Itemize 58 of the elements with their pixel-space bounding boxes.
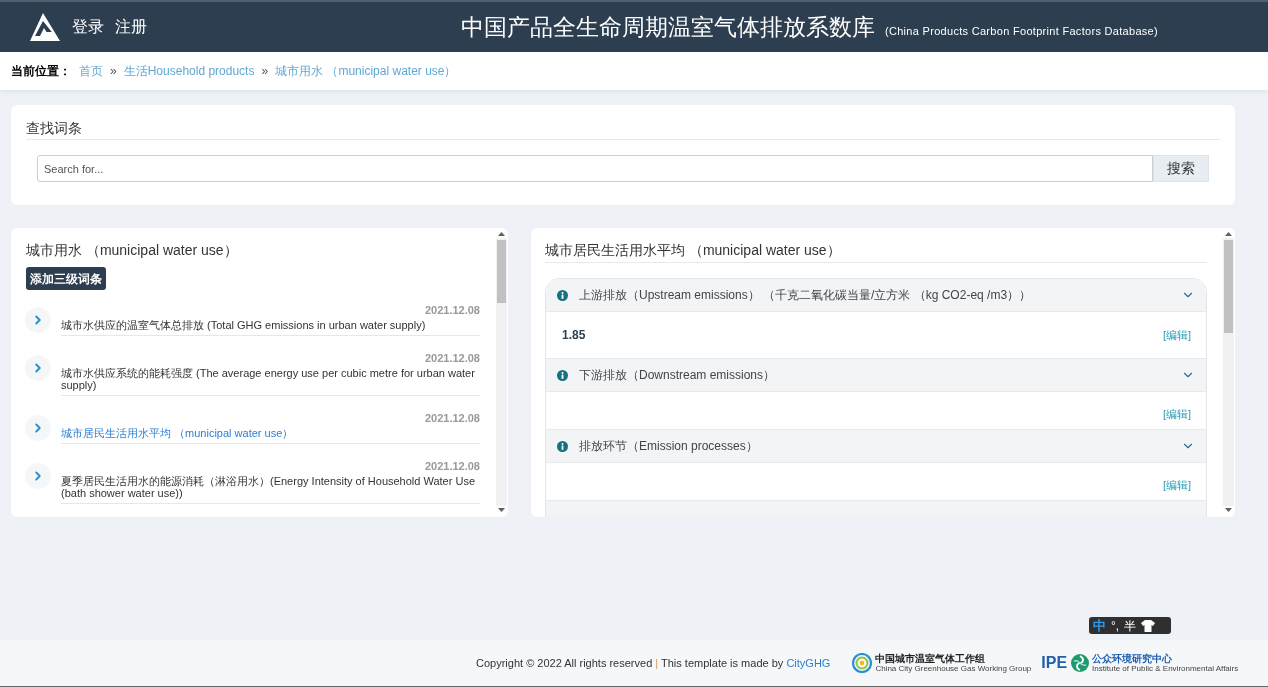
chevron-right-icon[interactable] (25, 415, 51, 441)
auth-link[interactable]: 登录 (72, 17, 104, 37)
logo-name-text: 公众环境研究中心 (1092, 653, 1174, 664)
section-heading: 下游排放（Downstream emissions） (579, 367, 777, 384)
accordion-header[interactable]: 下游排放（Downstream emissions） (546, 359, 1206, 392)
entry-date: 2021.12.08 (424, 411, 480, 425)
chevron-right-icon[interactable] (25, 355, 51, 381)
circle-emblem-icon (852, 653, 873, 673)
info-icon (557, 289, 568, 301)
panel-title: 城市居民生活用水平均 （municipal water use） (545, 241, 841, 260)
triangle-logo-icon[interactable] (30, 13, 60, 41)
breadcrumb-label: 当前位置： (11, 63, 71, 80)
ime-mode[interactable]: 中 (1093, 618, 1106, 633)
scrollbar-track[interactable] (1223, 238, 1234, 506)
entry-date: 2021.12.08 (424, 303, 480, 317)
copyright-text: Copyright © 2022 All rights reserved | This template is made by CityGHG (476, 655, 831, 671)
scrollbar-thumb[interactable] (1224, 240, 1233, 333)
scroll-up-arrow-icon[interactable] (1225, 232, 1232, 236)
site-title: 中国产品全生命周期温室气体排放系数库 (461, 13, 875, 42)
ime-punctuation[interactable]: °, (1111, 618, 1120, 633)
breadcrumb-separator: » (261, 63, 269, 80)
panel-title: 城市用水 （municipal water use） (26, 241, 238, 260)
auth-link[interactable]: 注册 (115, 17, 147, 37)
shirt-icon[interactable] (1141, 619, 1156, 632)
logo-acronym: IPE (1041, 654, 1068, 672)
search-title: 查找词条 (26, 119, 82, 138)
chevron-right-icon[interactable] (25, 463, 51, 489)
add-entry-button[interactable]: 添加三级词条 (26, 267, 106, 290)
entry-link[interactable]: 夏季居民生活用水的能源消耗（淋浴用水）(Energy Intensity of Household Water Use (bath shower water use)) (61, 475, 480, 499)
site-subtitle: (China Products Carbon Footprint Factors Database) (885, 24, 1158, 39)
entry-link[interactable]: 城市水供应的温室气体总排放 (Total GHG emissions in urban water supply) (61, 319, 480, 331)
chevron-right-icon[interactable] (25, 307, 51, 333)
logo-subtitle-text: Institute of Public & Environmental Affairs (1092, 664, 1239, 673)
entry-date: 2021.12.08 (424, 459, 480, 473)
entry-date: 2021.12.08 (424, 351, 480, 365)
cityghg-link[interactable]: CityGHG (786, 656, 831, 669)
accordion-header[interactable]: 排放环节（Emission processes） (546, 430, 1206, 463)
section-heading: 上游排放（Upstream emissions） （千克二氧化碳当量/立方米 （kg CO2-eq /m3）） (579, 287, 1033, 304)
scroll-up-arrow-icon[interactable] (498, 232, 505, 236)
search-button[interactable]: 搜索 (1153, 155, 1209, 182)
value-text: 1.85 (562, 327, 586, 344)
scroll-down-arrow-icon[interactable] (1225, 508, 1232, 512)
logo-subtitle-text: China City Greenhouse Gas Working Group (875, 664, 1032, 673)
scrollbar-thumb[interactable] (497, 240, 506, 303)
scroll-down-arrow-icon[interactable] (498, 508, 505, 512)
search-field[interactable]: Search for... (37, 155, 1153, 182)
scrollbar-track[interactable] (496, 238, 507, 506)
swirl-emblem-icon (1071, 654, 1090, 672)
entry-link[interactable]: 城市居民生活用水平均 （municipal water use） (61, 427, 480, 439)
ime-status-bar[interactable]: 中 °, 半 (1089, 617, 1171, 634)
ime-width[interactable]: 半 (1124, 618, 1137, 633)
section-heading: 排放环节（Emission processes） (579, 438, 759, 455)
logo-name-text: 中国城市温室气体工作组 (875, 653, 987, 664)
info-icon (557, 440, 568, 452)
entry-link[interactable]: 城市水供应系统的能耗强度 (The average energy use per cubic metre for urban water supply) (61, 367, 480, 391)
accordion-header[interactable]: 上游排放（Upstream emissions） （千克二氧化碳当量/立方米 （kg CO2-eq /m3）） (546, 279, 1206, 312)
breadcrumb-separator: » (110, 63, 117, 80)
info-icon (557, 369, 568, 381)
